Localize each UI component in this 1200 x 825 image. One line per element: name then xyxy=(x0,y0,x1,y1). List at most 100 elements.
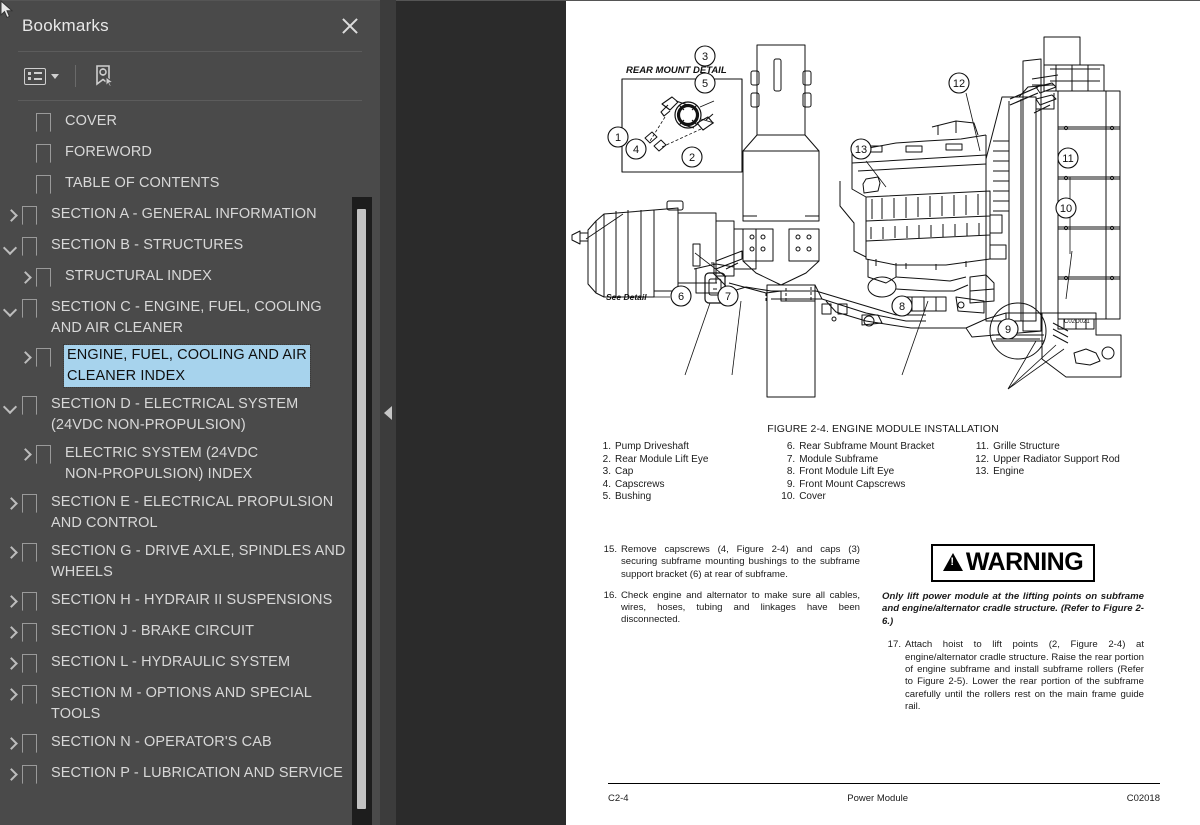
bookmarks-tree[interactable]: COVER FOREWORD TABLE OF CONTENTS SECTION A … xyxy=(0,101,380,825)
bookmark-item[interactable]: ELECTRIC SYSTEM (24VDC NON-PROPULSION) I… xyxy=(0,439,380,488)
parts-legend-number: 12. xyxy=(975,453,990,465)
bookmark-item[interactable]: SECTION N - OPERATOR'S CAB xyxy=(0,728,380,759)
parts-legend-number: 7. xyxy=(786,453,796,465)
chevron-placeholder xyxy=(14,113,36,135)
chevron-left-icon xyxy=(384,405,392,420)
svg-text:2: 2 xyxy=(689,152,695,164)
chevron-right-icon[interactable] xyxy=(14,445,36,467)
bookmark-item[interactable]: ENGINE, FUEL, COOLING AND AIR CLEANER IN… xyxy=(0,342,380,390)
warning-body-text: Only lift power module at the lifting po… xyxy=(882,590,1144,627)
footer-title: Power Module xyxy=(847,793,909,804)
bookmark-item[interactable]: SECTION L - HYDRAULIC SYSTEM xyxy=(0,648,380,679)
warning-heading: WARNING xyxy=(965,547,1084,576)
parts-column-2: 6. Rear Subframe Mount Bracket 7. Module Su… xyxy=(778,441,972,504)
svg-text:10: 10 xyxy=(1060,203,1072,215)
warning-triangle-icon xyxy=(942,553,963,572)
chevron-down-icon[interactable] xyxy=(0,237,22,259)
chevron-right-icon[interactable] xyxy=(0,623,22,645)
parts-legend-item: 11. Grille Structure xyxy=(972,441,1166,454)
pdf-reader-window: Bookmarks COVER FOREWORD TABLE OF CONTEN… xyxy=(0,0,1200,825)
bookmark-item[interactable]: FOREWORD xyxy=(0,138,380,169)
parts-legend-number: 2. xyxy=(602,453,611,465)
parts-legend-item: 4. Capscrews xyxy=(594,479,778,492)
parts-legend-label: Module Subframe xyxy=(799,453,879,465)
bookmark-item[interactable]: SECTION A - GENERAL INFORMATION xyxy=(0,200,380,231)
parts-legend-item: 13. Engine xyxy=(972,466,1166,479)
bookmark-icon xyxy=(22,654,44,672)
bookmarks-panel: Bookmarks COVER FOREWORD TABLE OF CONTEN… xyxy=(0,0,380,825)
bookmark-item[interactable]: SECTION E - ELECTRICAL PROPULSION AND CO… xyxy=(0,488,380,537)
body-columns: 15. Remove capscrews (4, Figure 2-4) and … xyxy=(566,543,1200,722)
bookmark-item[interactable]: SECTION G - DRIVE AXLE, SPINDLES AND WHE… xyxy=(0,537,380,586)
parts-legend-label: Rear Module Lift Eye xyxy=(615,453,709,465)
bookmark-item-label: SECTION G - DRIVE AXLE, SPINDLES AND WHE… xyxy=(51,543,346,580)
chevron-right-icon[interactable] xyxy=(0,494,22,516)
bookmark-item-label: STRUCTURAL INDEX xyxy=(65,268,212,284)
bookmark-icon xyxy=(22,494,44,512)
bookmark-item-label: COVER xyxy=(65,113,118,129)
bookmark-item[interactable]: SECTION M - OPTIONS AND SPECIAL TOOLS xyxy=(0,679,380,728)
chevron-right-icon[interactable] xyxy=(0,592,22,614)
bookmark-item[interactable]: SECTION J - BRAKE CIRCUIT xyxy=(0,617,380,648)
bookmark-item-label: SECTION P - LUBRICATION AND SERVICE xyxy=(51,765,343,781)
parts-legend-label: Cover xyxy=(799,491,826,503)
bookmark-icon xyxy=(22,592,44,610)
parts-legend-item: 1. Pump Driveshaft xyxy=(594,441,778,454)
bookmark-item-label: ENGINE, FUEL, COOLING AND AIR CLEANER IN… xyxy=(63,344,311,388)
bookmark-item[interactable]: STRUCTURAL INDEX xyxy=(0,262,380,293)
chevron-right-icon[interactable] xyxy=(0,734,22,756)
parts-legend-item: 8. Front Module Lift Eye xyxy=(778,466,972,479)
scrollbar-thumb[interactable] xyxy=(357,209,366,809)
chevron-right-icon[interactable] xyxy=(0,685,22,707)
procedure-step-text: Attach hoist to lift points (2, Figure 2… xyxy=(905,639,1144,712)
bookmark-item[interactable]: SECTION D - ELECTRICAL SYSTEM (24VDC NON… xyxy=(0,390,380,439)
bookmark-item-label: SECTION E - ELECTRICAL PROPULSION AND CO… xyxy=(51,494,334,531)
new-bookmark-button[interactable] xyxy=(86,60,122,92)
bookmark-item-label: SECTION M - OPTIONS AND SPECIAL TOOLS xyxy=(51,685,312,722)
parts-legend-label: Grille Structure xyxy=(993,441,1060,452)
bookmark-icon xyxy=(36,144,58,162)
chevron-right-icon[interactable] xyxy=(0,654,22,676)
parts-legend-item: 5. Bushing xyxy=(594,491,778,504)
parts-legend-label: Upper Radiator Support Rod xyxy=(993,453,1120,465)
svg-text:8: 8 xyxy=(899,301,905,313)
chevron-right-icon[interactable] xyxy=(0,543,22,565)
warning-callout: WARNING xyxy=(882,543,1144,591)
chevron-right-icon[interactable] xyxy=(14,348,36,370)
bookmark-item-label: SECTION H - HYDRAIR II SUSPENSIONS xyxy=(51,592,333,608)
bookmark-icon xyxy=(22,206,44,224)
chevron-right-icon[interactable] xyxy=(14,268,36,290)
procedure-step-number: 16. xyxy=(603,589,617,601)
bookmark-item[interactable]: SECTION P - LUBRICATION AND SERVICE xyxy=(0,759,380,790)
bookmark-item[interactable]: SECTION H - HYDRAIR II SUSPENSIONS xyxy=(0,586,380,617)
chevron-right-icon[interactable] xyxy=(0,765,22,787)
bookmark-options-button[interactable] xyxy=(18,64,65,89)
detail-box-title: REAR MOUNT DETAIL xyxy=(626,65,727,76)
parts-legend-label: Cap xyxy=(615,466,634,478)
pdf-viewer[interactable]: 3 5 4 1 2 13 12 11 10 6 7 8 9 REAR MOUNT… xyxy=(396,0,1200,825)
chevron-right-icon[interactable] xyxy=(0,206,22,228)
engine-module-illustration: 3 5 4 1 2 13 12 11 10 6 7 8 9 REAR MOUNT… xyxy=(571,36,1122,398)
bookmark-item[interactable]: TABLE OF CONTENTS xyxy=(0,169,380,200)
drawing-code: C02O021 xyxy=(1064,319,1090,325)
parts-legend-item: 3. Cap xyxy=(594,466,778,479)
chevron-down-icon[interactable] xyxy=(0,299,22,321)
list-view-icon xyxy=(24,67,46,85)
bookmark-item-label: SECTION D - ELECTRICAL SYSTEM (24VDC NON… xyxy=(51,396,299,433)
chevron-down-icon[interactable] xyxy=(0,396,22,418)
close-icon[interactable] xyxy=(336,12,364,40)
chevron-down-icon xyxy=(51,73,59,79)
bookmark-item-label: SECTION L - HYDRAULIC SYSTEM xyxy=(51,654,291,670)
bookmark-item[interactable]: SECTION B - STRUCTURES xyxy=(0,231,380,262)
procedure-step-number: 15. xyxy=(603,543,617,555)
bookmark-item-label: SECTION B - STRUCTURES xyxy=(51,237,244,253)
bookmark-icon xyxy=(22,765,44,783)
bookmark-item[interactable]: SECTION C - ENGINE, FUEL, COOLING AND AI… xyxy=(0,293,380,342)
new-bookmark-icon xyxy=(92,64,116,88)
collapse-panel-handle[interactable] xyxy=(380,0,396,825)
bookmark-item[interactable]: COVER xyxy=(0,107,380,138)
parts-legend-number: 10. xyxy=(781,491,796,503)
bookmark-icon xyxy=(36,445,58,463)
bookmarks-scrollbar[interactable] xyxy=(352,197,372,825)
parts-legend-item: 9. Front Mount Capscrews xyxy=(778,479,972,492)
